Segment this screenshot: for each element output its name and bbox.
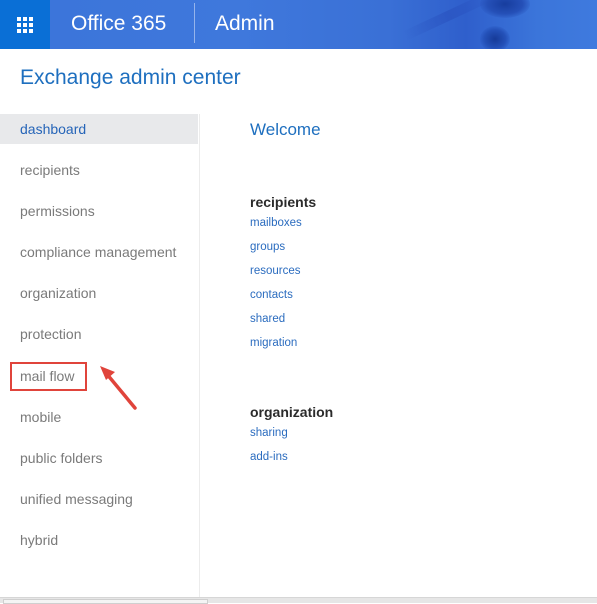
top-navigation-bar: Office 365 Admin	[0, 0, 597, 49]
mailboxes-link[interactable]: mailboxes	[250, 215, 302, 231]
app-name: Admin	[215, 12, 275, 35]
sidebar-item-permissions[interactable]: permissions	[0, 196, 198, 226]
header-background-decoration	[480, 26, 510, 49]
migration-link[interactable]: migration	[250, 335, 297, 351]
red-arrow-icon	[100, 366, 137, 410]
sidebar-item-unified-messaging[interactable]: unified messaging	[0, 484, 198, 514]
welcome-heading: Welcome	[250, 120, 321, 139]
sidebar-item-public-folders[interactable]: public folders	[0, 443, 198, 473]
sidebar-nav: dashboard recipients permissions complia…	[0, 114, 200, 598]
organization-section-heading: organization	[250, 404, 334, 420]
page-title: Exchange admin center	[20, 66, 241, 89]
contacts-link[interactable]: contacts	[250, 287, 293, 303]
sidebar-item-dashboard[interactable]: dashboard	[0, 114, 198, 144]
sidebar-item-compliance-management[interactable]: compliance management	[0, 237, 198, 267]
sharing-link[interactable]: sharing	[250, 425, 288, 441]
header-background-decoration	[480, 0, 530, 18]
scrollbar-thumb[interactable]	[3, 599, 208, 604]
add-ins-link[interactable]: add-ins	[250, 449, 288, 465]
sidebar-item-hybrid[interactable]: hybrid	[0, 525, 198, 555]
sidebar-item-recipients[interactable]: recipients	[0, 155, 198, 185]
sidebar-item-protection[interactable]: protection	[0, 319, 198, 349]
mail-flow-highlight-box	[10, 362, 87, 391]
shared-link[interactable]: shared	[250, 311, 285, 327]
resources-link[interactable]: resources	[250, 263, 301, 279]
groups-link[interactable]: groups	[250, 239, 285, 255]
app-launcher-button[interactable]	[0, 0, 50, 49]
recipients-section-heading: recipients	[250, 194, 317, 210]
app-launcher-waffle-icon	[17, 16, 33, 33]
horizontal-scrollbar[interactable]	[0, 597, 597, 604]
office-365-brand-link[interactable]: Office 365	[71, 10, 166, 38]
header-divider	[194, 3, 195, 43]
sidebar-item-organization[interactable]: organization	[0, 278, 198, 308]
